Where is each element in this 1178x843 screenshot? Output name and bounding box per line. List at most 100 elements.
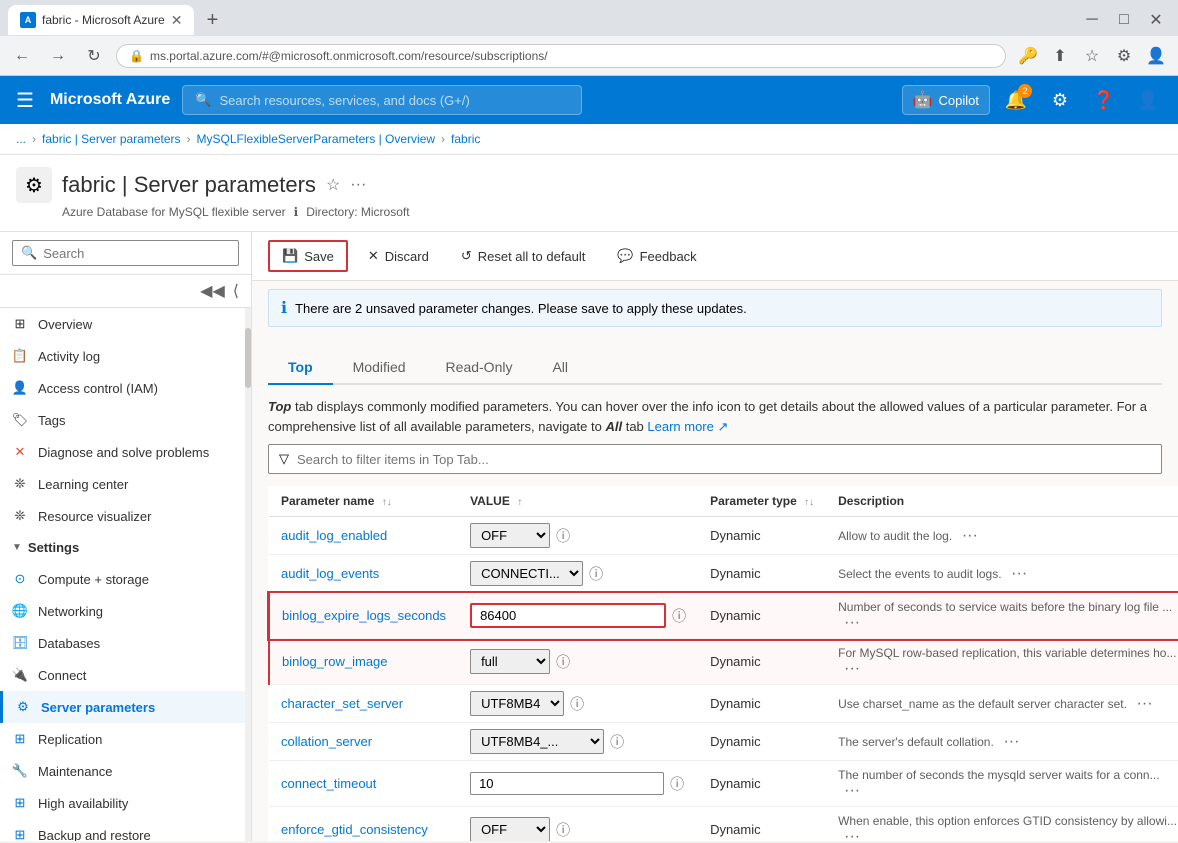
forward-button[interactable]: → (44, 42, 72, 70)
value-select-input[interactable]: UTF8MB4UTF8LATIN1 (470, 691, 564, 716)
value-text-input[interactable] (470, 772, 664, 795)
azure-search-bar[interactable]: 🔍 (182, 85, 582, 115)
info-circle-icon[interactable]: ⓘ (556, 820, 570, 840)
more-options-button[interactable]: ··· (350, 176, 366, 194)
info-circle-icon[interactable]: ⓘ (556, 652, 570, 672)
more-options-icon[interactable]: ··· (838, 658, 866, 679)
info-circle-icon[interactable]: ⓘ (672, 606, 686, 626)
tab-top[interactable]: Top (268, 351, 333, 385)
save-button[interactable]: 💾 Save (268, 240, 348, 272)
info-circle-icon[interactable]: ⓘ (570, 694, 584, 714)
value-select-input[interactable]: fullminimalnoblob (470, 649, 550, 674)
connect-icon: 🔌 (12, 667, 28, 683)
param-name-link[interactable]: audit_log_enabled (281, 528, 387, 543)
browser-close-btn[interactable]: ✕ (1142, 6, 1170, 34)
breadcrumb-ellipsis[interactable]: ... (16, 132, 26, 146)
col-header-value[interactable]: VALUE ↑ (458, 486, 698, 517)
more-options-icon[interactable]: ··· (1131, 693, 1159, 714)
sidebar-item-activity-log[interactable]: 📋 Activity log (0, 340, 251, 372)
filter-icon: ▽ (279, 451, 289, 467)
more-options-icon[interactable]: ··· (838, 780, 866, 801)
col-header-param-name[interactable]: Parameter name ↑↓ (269, 486, 458, 517)
sidebar-item-compute-storage[interactable]: ⊙ Compute + storage (0, 563, 251, 595)
sidebar-collapse-button[interactable]: ⟨ (229, 279, 243, 303)
reset-button[interactable]: ↺ Reset all to default (449, 242, 598, 270)
sidebar-item-high-availability[interactable]: ⊞ High availability (0, 787, 251, 819)
sidebar-item-networking[interactable]: 🌐 Networking (0, 595, 251, 627)
param-name-link[interactable]: connect_timeout (281, 776, 376, 791)
back-button[interactable]: ← (8, 42, 36, 70)
filter-input[interactable] (297, 452, 1151, 467)
info-circle-icon[interactable]: ⓘ (556, 526, 570, 546)
main-layout: 🔍 ◀◀ ⟨ ⊞ Overview 📋 Activity log 👤 Acces… (0, 232, 1178, 841)
info-circle-icon[interactable]: ⓘ (670, 774, 684, 794)
browser-icon-share[interactable]: ⬆ (1046, 42, 1074, 70)
param-name-link[interactable]: audit_log_events (281, 566, 379, 581)
browser-icon-ext[interactable]: ⚙ (1110, 42, 1138, 70)
value-select-input[interactable]: OFFONWARN (470, 817, 550, 841)
settings-button[interactable]: ⚙ (1042, 82, 1078, 118)
browser-icon-star[interactable]: ☆ (1078, 42, 1106, 70)
azure-search-input[interactable] (219, 93, 569, 108)
breadcrumb-server-params[interactable]: fabric | Server parameters (42, 132, 181, 146)
browser-maximize-btn[interactable]: □ (1110, 6, 1138, 34)
more-options-icon[interactable]: ··· (1005, 563, 1033, 584)
value-select-input[interactable]: CONNECTI...ALL (470, 561, 583, 586)
notification-button[interactable]: 🔔 2 (998, 82, 1034, 118)
copilot-button[interactable]: 🤖 Copilot (902, 85, 990, 115)
breadcrumb-fabric[interactable]: fabric (451, 132, 480, 146)
discard-label: Discard (385, 249, 429, 264)
sidebar-item-maintenance[interactable]: 🔧 Maintenance (0, 755, 251, 787)
ha-icon: ⊞ (12, 795, 28, 811)
sidebar-item-learning-center[interactable]: ❊ Learning center (0, 468, 251, 500)
help-button[interactable]: ❓ (1086, 82, 1122, 118)
learn-more-link[interactable]: Learn more ↗ (647, 419, 728, 434)
param-name-link[interactable]: character_set_server (281, 696, 403, 711)
sidebar-item-access-control[interactable]: 👤 Access control (IAM) (0, 372, 251, 404)
sidebar-item-replication[interactable]: ⊞ Replication (0, 723, 251, 755)
sidebar-item-tags[interactable]: 🏷 Tags (0, 404, 251, 436)
sidebar-item-overview[interactable]: ⊞ Overview (0, 308, 251, 340)
feedback-header-button[interactable]: 👤 (1130, 82, 1166, 118)
breadcrumb-mysql-overview[interactable]: MySQLFlexibleServerParameters | Overview (197, 132, 436, 146)
value-select-input[interactable]: UTF8MB4_...UTF8_general_ci (470, 729, 604, 754)
tab-close-icon[interactable]: ✕ (171, 12, 183, 29)
value-select-input[interactable]: OFFON (470, 523, 550, 548)
discard-button[interactable]: ✕ Discard (356, 242, 441, 270)
sidebar-item-connect[interactable]: 🔌 Connect (0, 659, 251, 691)
new-tab-button[interactable]: + (198, 6, 226, 34)
tab-all[interactable]: All (532, 351, 588, 385)
param-name-link[interactable]: binlog_row_image (282, 654, 388, 669)
sidebar-pin-button[interactable]: ◀◀ (196, 279, 229, 303)
col-header-param-type[interactable]: Parameter type ↑↓ (698, 486, 826, 517)
more-options-icon[interactable]: ··· (956, 525, 984, 546)
url-bar[interactable]: 🔒 ms.portal.azure.com/#@microsoft.onmicr… (116, 44, 1006, 68)
activity-log-icon: 📋 (12, 348, 28, 364)
tab-modified[interactable]: Modified (333, 351, 426, 385)
more-options-icon[interactable]: ··· (997, 731, 1025, 752)
sidebar-item-databases[interactable]: 🗄 Databases (0, 627, 251, 659)
feedback-button[interactable]: 💬 Feedback (605, 242, 708, 270)
sidebar-item-backup-restore[interactable]: ⊞ Backup and restore (0, 819, 251, 841)
sidebar-item-server-parameters[interactable]: ⚙ Server parameters (0, 691, 251, 723)
browser-icon-profile[interactable]: 👤 (1142, 42, 1170, 70)
tab-read-only[interactable]: Read-Only (426, 351, 533, 385)
azure-menu-button[interactable]: ☰ (12, 84, 38, 117)
browser-icon-key[interactable]: 🔑 (1014, 42, 1042, 70)
more-options-icon[interactable]: ··· (838, 826, 866, 841)
param-name-link[interactable]: enforce_gtid_consistency (281, 822, 428, 837)
more-options-icon[interactable]: ··· (838, 612, 866, 633)
param-name-link[interactable]: collation_server (281, 734, 372, 749)
refresh-button[interactable]: ↻ (80, 42, 108, 70)
favorite-button[interactable]: ☆ (326, 175, 340, 195)
settings-section-header[interactable]: ▼ Settings (0, 532, 251, 563)
sidebar-item-diagnose[interactable]: ✕ Diagnose and solve problems (0, 436, 251, 468)
sidebar-item-resource-visualizer[interactable]: ❊ Resource visualizer (0, 500, 251, 532)
value-cell: UTF8MB4UTF8LATIN1 ⓘ (470, 691, 686, 716)
browser-minimize-btn[interactable]: ─ (1078, 6, 1106, 34)
param-name-link[interactable]: binlog_expire_logs_seconds (282, 608, 446, 623)
sidebar-search-input[interactable] (43, 246, 230, 261)
info-circle-icon[interactable]: ⓘ (589, 564, 603, 584)
value-text-input[interactable] (470, 603, 666, 628)
info-circle-icon[interactable]: ⓘ (610, 732, 624, 752)
